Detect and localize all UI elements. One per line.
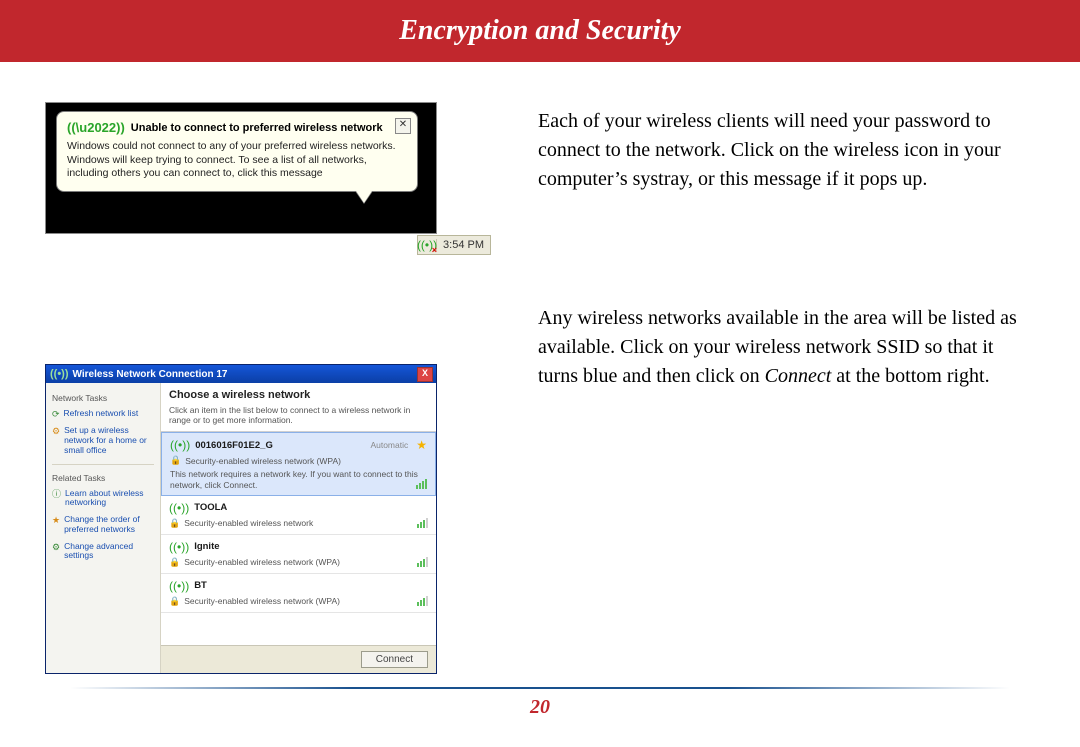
wireless-icon: ((•))	[170, 438, 190, 452]
network-name: Ignite	[194, 541, 219, 552]
network-security: Security-enabled wireless network (WPA)	[184, 557, 340, 567]
task-refresh[interactable]: ⟳Refresh network list	[52, 409, 154, 419]
network-name: BT	[194, 580, 207, 591]
lock-icon: 🔒	[169, 596, 180, 607]
refresh-icon: ⟳	[52, 409, 60, 419]
gear-icon: ⚙	[52, 542, 60, 562]
favorite-icon: ★	[416, 438, 427, 452]
lock-icon: 🔒	[170, 455, 181, 466]
page-title: Encryption and Security	[399, 15, 681, 47]
network-note: This network requires a network key. If …	[170, 469, 427, 489]
network-security: Security-enabled wireless network	[184, 518, 313, 528]
task-setup[interactable]: ⚙Set up a wireless network for a home or…	[52, 426, 154, 455]
balloon-close-button[interactable]: ✕	[395, 118, 411, 134]
connect-button[interactable]: Connect	[361, 651, 428, 668]
network-list: ((•)) 0016016F01E2_G Automatic ★ 🔒 Securi…	[161, 431, 436, 645]
close-button[interactable]: X	[417, 367, 433, 382]
task-advanced[interactable]: ⚙Change advanced settings	[52, 542, 154, 562]
network-item[interactable]: ((•)) Ignite 🔒 Security-enabled wireless n…	[161, 535, 436, 574]
network-security: Security-enabled wireless network (WPA)	[185, 456, 341, 466]
wireless-icon: ((•))	[169, 501, 189, 515]
task-learn[interactable]: ⓘLearn about wireless networking	[52, 489, 154, 509]
instructions-column: Each of your wireless clients will need …	[538, 102, 1030, 674]
paragraph-1: Each of your wireless clients will need …	[538, 107, 1030, 194]
wireless-icon: ((•))	[169, 540, 189, 554]
network-item[interactable]: ((•)) 0016016F01E2_G Automatic ★ 🔒 Securi…	[161, 432, 436, 495]
dialog-sidebar: Network Tasks ⟳Refresh network list ⚙Set…	[46, 383, 161, 673]
wireless-dialog-screenshot: ((•)) Wireless Network Connection 17 X N…	[45, 364, 437, 674]
network-item[interactable]: ((•)) TOOLA 🔒 Security-enabled wireless ne…	[161, 496, 436, 535]
info-icon: ⓘ	[52, 489, 61, 509]
network-security: Security-enabled wireless network (WPA)	[184, 596, 340, 606]
balloon-message: Windows could not connect to any of your…	[67, 140, 407, 181]
network-name: 0016016F01E2_G	[195, 440, 273, 451]
star-icon: ★	[52, 515, 60, 535]
dialog-title: Wireless Network Connection 17	[73, 369, 228, 380]
systray-balloon-screenshot: ((\u2022)) Unable to connect to preferre…	[45, 102, 437, 234]
wireless-icon: ((•))	[50, 368, 69, 380]
network-auto: Automatic	[370, 440, 408, 450]
screenshots-column: ((\u2022)) Unable to connect to preferre…	[50, 102, 510, 674]
sidebar-group-label: Related Tasks	[52, 473, 154, 483]
page-number: 20	[0, 696, 1080, 719]
footer-rule	[70, 687, 1010, 689]
setup-icon: ⚙	[52, 426, 60, 455]
dialog-titlebar[interactable]: ((•)) Wireless Network Connection 17 X	[46, 365, 436, 383]
signal-icon	[417, 557, 428, 567]
task-order[interactable]: ★Change the order of preferred networks	[52, 515, 154, 535]
signal-icon	[417, 596, 428, 606]
signal-icon	[417, 518, 428, 528]
signal-icon	[416, 479, 427, 489]
network-name: TOOLA	[194, 502, 227, 513]
lock-icon: 🔒	[169, 557, 180, 568]
sidebar-group-label: Network Tasks	[52, 393, 154, 403]
connect-word: Connect	[765, 365, 832, 387]
balloon-tooltip[interactable]: ((\u2022)) Unable to connect to preferre…	[56, 111, 418, 192]
systray-time: 3:54 PM	[436, 239, 490, 251]
header-bar: Encryption and Security	[0, 0, 1080, 62]
choose-network-subtitle: Click an item in the list below to conne…	[169, 405, 428, 425]
systray: ((•))× 3:54 PM	[417, 235, 491, 255]
wireless-icon: ((•))	[169, 579, 189, 593]
dialog-main: Choose a wireless network Click an item …	[161, 383, 436, 673]
balloon-title: Unable to connect to preferred wireless …	[131, 122, 383, 134]
lock-icon: 🔒	[169, 518, 180, 529]
network-item[interactable]: ((•)) BT 🔒 Security-enabled wireless netwo…	[161, 574, 436, 613]
paragraph-2: Any wireless networks available in the a…	[538, 304, 1030, 391]
wireless-icon: ((\u2022))	[67, 120, 125, 135]
wireless-tray-icon[interactable]: ((•))×	[418, 236, 436, 254]
choose-network-title: Choose a wireless network	[169, 389, 428, 401]
